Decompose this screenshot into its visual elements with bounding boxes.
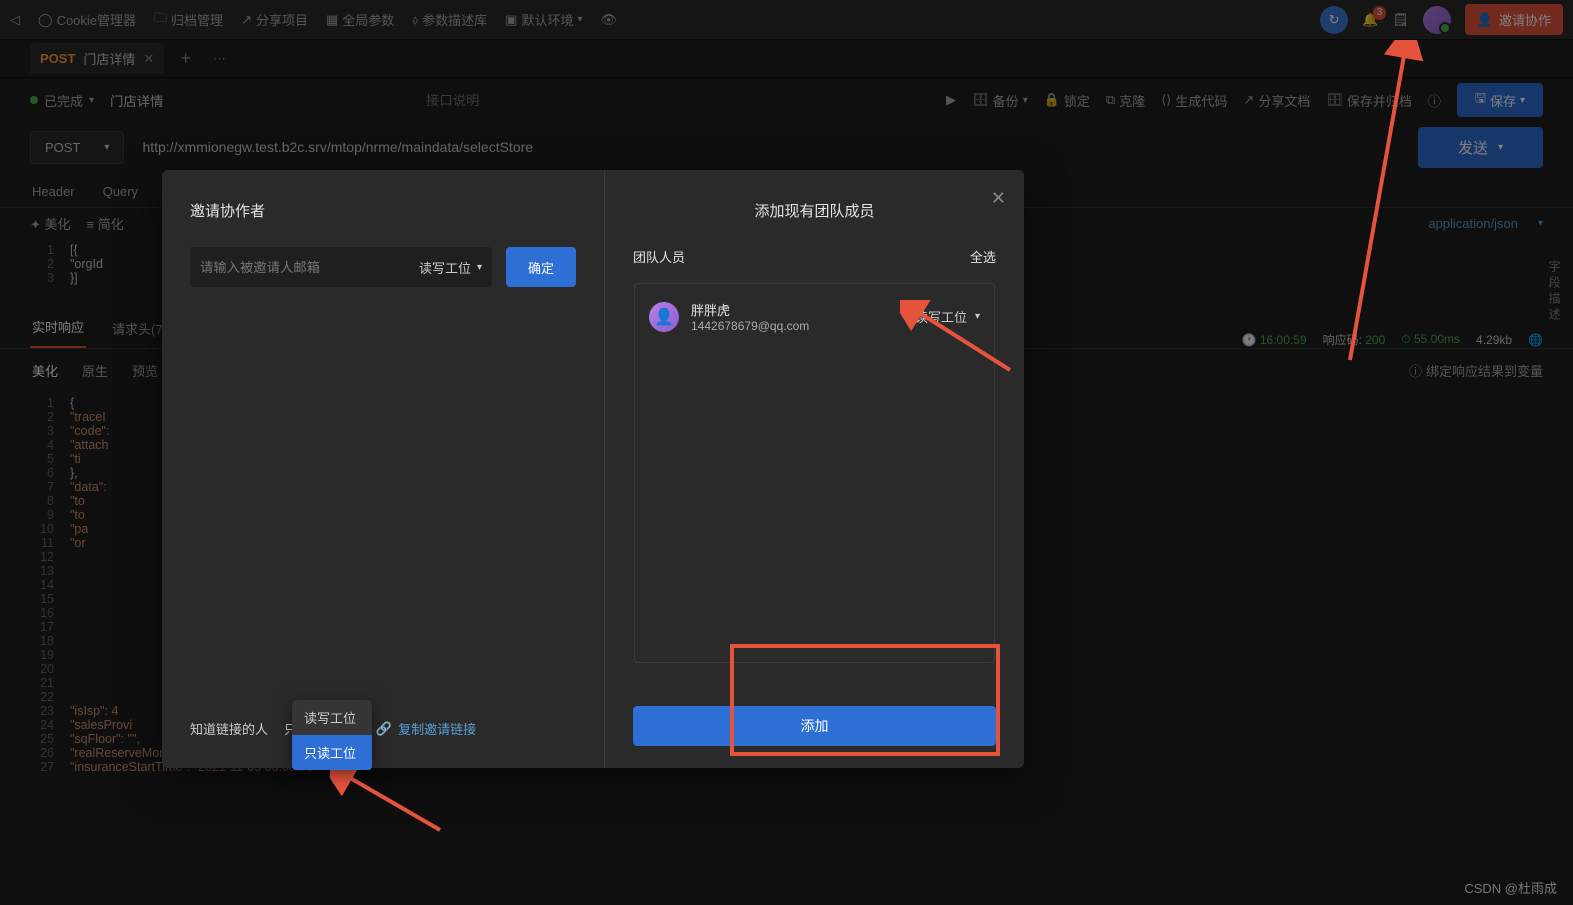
- confirm-button[interactable]: 确定: [506, 247, 576, 287]
- dropdown-item-rw[interactable]: 读写工位: [292, 700, 372, 735]
- email-input-wrap: 读写工位 ▾: [190, 247, 492, 287]
- select-all-link[interactable]: 全选: [970, 247, 996, 266]
- modal-left-title: 邀请协作者: [190, 200, 576, 221]
- member-list: 👤 胖胖虎 1442678679@qq.com 读写工位 ▾: [634, 283, 995, 663]
- member-name: 胖胖虎: [691, 300, 903, 319]
- link-label: 知道链接的人: [190, 719, 268, 738]
- invite-modal: 邀请协作者 读写工位 ▾ 确定 知道链接的人 只读工位 ˄ 🔗复制邀请链接 读写…: [162, 170, 1024, 768]
- member-row[interactable]: 👤 胖胖虎 1442678679@qq.com 读写工位 ▾: [649, 300, 980, 333]
- copy-invite-link[interactable]: 🔗复制邀请链接: [376, 719, 476, 738]
- modal-right-title: 添加现有团队成员: [605, 200, 1024, 221]
- dropdown-item-ro[interactable]: 只读工位: [292, 735, 372, 770]
- link-share-row: 知道链接的人 只读工位 ˄ 🔗复制邀请链接 读写工位 只读工位: [190, 719, 576, 738]
- add-button[interactable]: 添加: [633, 706, 996, 746]
- member-avatar: 👤: [649, 302, 679, 332]
- role-dropdown: 读写工位 只读工位: [292, 700, 372, 770]
- invite-role-select[interactable]: 读写工位 ▾: [419, 258, 482, 277]
- close-icon[interactable]: ✕: [991, 188, 1006, 209]
- member-email: 1442678679@qq.com: [691, 319, 903, 333]
- link-icon: 🔗: [376, 721, 392, 737]
- member-role-select[interactable]: 读写工位 ▾: [915, 307, 980, 326]
- watermark: CSDN @杜雨成: [1464, 878, 1557, 897]
- email-field[interactable]: [200, 260, 419, 275]
- team-members-label: 团队人员: [633, 247, 685, 266]
